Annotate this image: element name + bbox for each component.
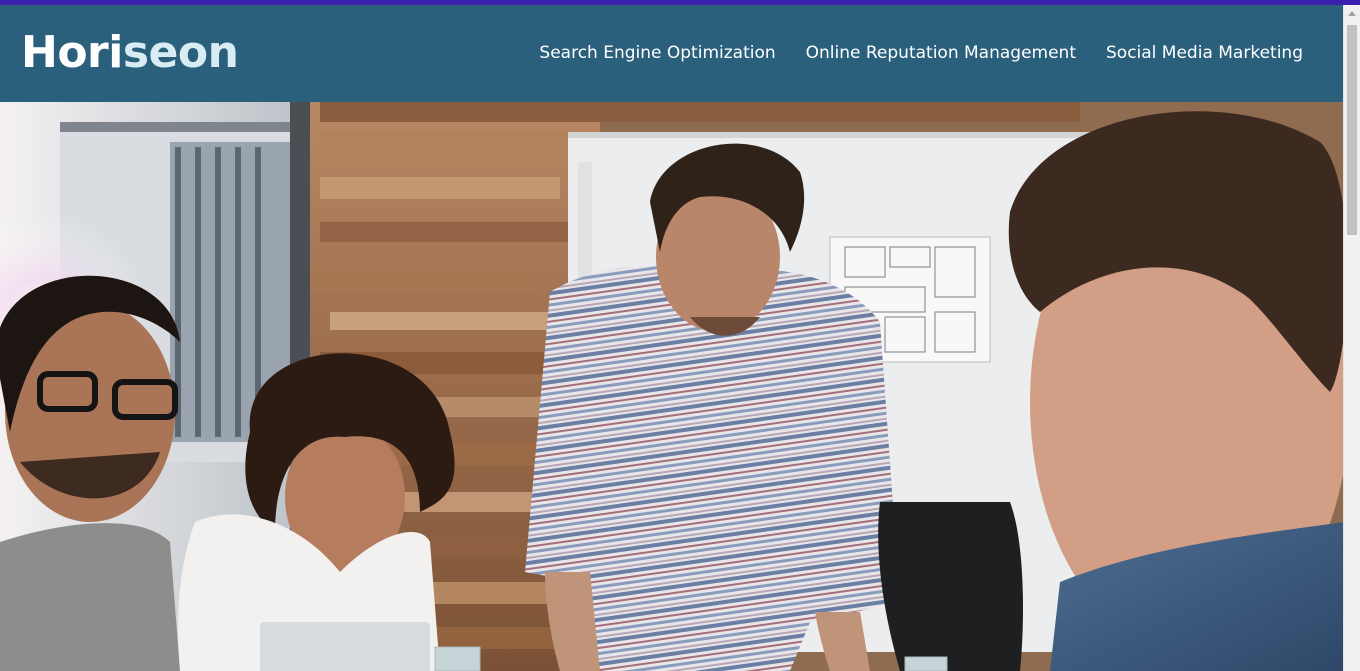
logo-text-part-a: Hori: [21, 27, 123, 78]
nav-link-social[interactable]: Social Media Marketing: [1106, 41, 1303, 65]
logo-text-part-b: seon: [122, 27, 239, 78]
vertical-scrollbar[interactable]: [1343, 5, 1360, 671]
hero-image: [0, 102, 1343, 671]
site-header: Horiseon Search Engine Optimization Onli…: [0, 5, 1343, 102]
site-logo[interactable]: Horiseon: [21, 27, 239, 79]
nav-link-seo[interactable]: Search Engine Optimization: [539, 41, 775, 65]
page-viewport: Horiseon Search Engine Optimization Onli…: [0, 5, 1343, 671]
nav-link-reputation[interactable]: Online Reputation Management: [806, 41, 1076, 65]
hero-photo-illustration: [0, 102, 1343, 671]
main-nav: Search Engine Optimization Online Reputa…: [539, 41, 1303, 65]
scrollbar-thumb[interactable]: [1347, 25, 1357, 235]
scroll-up-arrow-icon[interactable]: [1348, 11, 1356, 16]
